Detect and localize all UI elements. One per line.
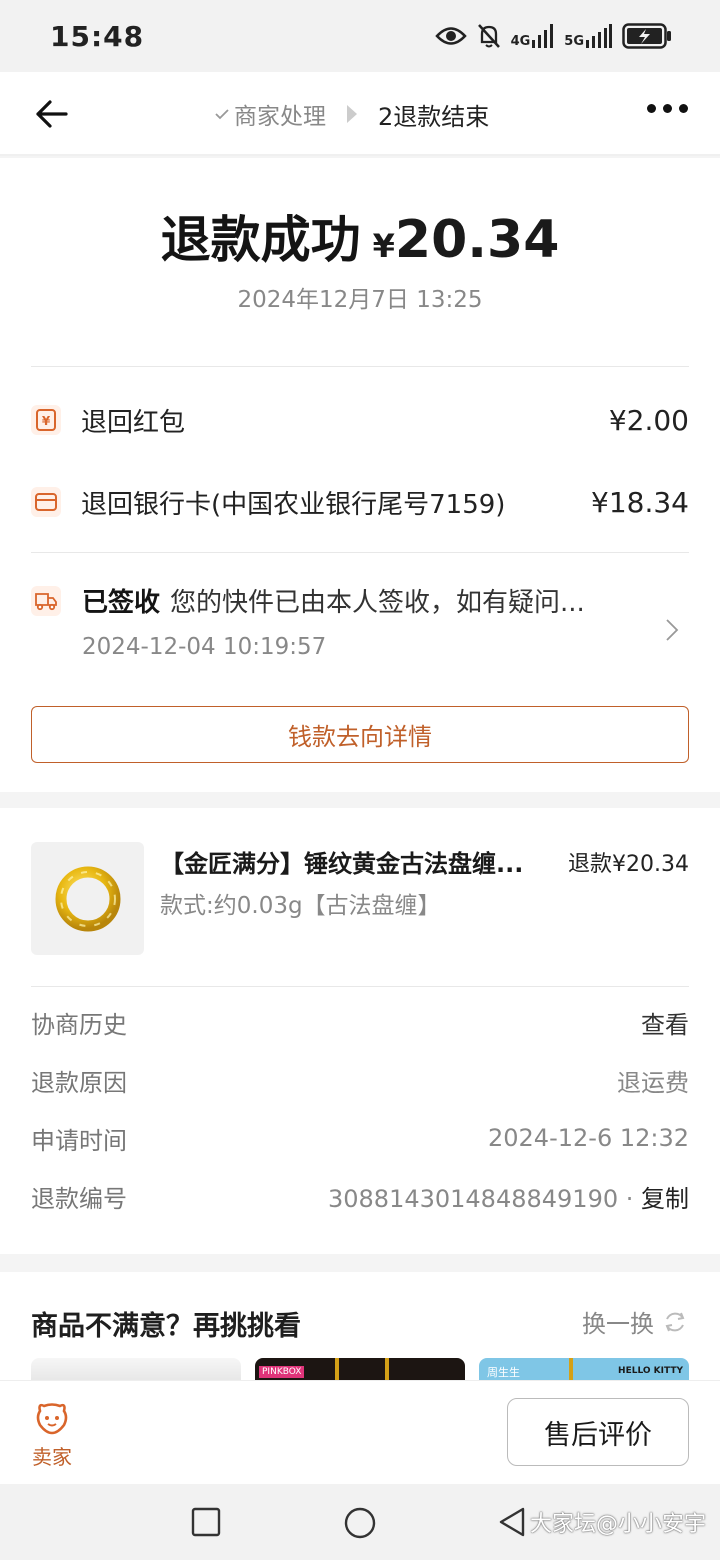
bank-card-icon	[31, 487, 61, 517]
refund-detail-card: 【金匠满分】锤纹黄金古法盘缠... 款式:约0.03g【古法盘缠】 退款¥20.…	[0, 808, 720, 1254]
step-arrow-icon	[347, 105, 357, 123]
info-value: 2024-12-6 12:32	[488, 1124, 689, 1152]
copy-button[interactable]: 复制	[641, 1185, 689, 1213]
refund-status: 退款成功	[160, 211, 361, 269]
logistics-status: 已签收	[82, 588, 161, 618]
divider	[31, 366, 689, 367]
more-button[interactable]	[647, 104, 688, 113]
refund-bank-card-row: 退回银行卡(中国农业银行尾号7159) ¥18.34	[31, 472, 689, 532]
recommend-item-tag: HELLO KITTY	[618, 1366, 683, 1376]
recommend-item-tag: PINKBOX	[259, 1366, 305, 1378]
nav-bar: 商家处理 2退款结束	[0, 72, 720, 156]
svg-text:¥: ¥	[42, 414, 51, 428]
status-icons: 4G 5G	[434, 23, 672, 49]
back-button[interactable]	[30, 94, 78, 134]
refresh-button[interactable]: 换一换	[582, 1304, 688, 1339]
logistics-row[interactable]: 已签收 您的快件已由本人签收，如有疑问... 2024-12-04 10:19:5…	[31, 578, 689, 678]
check-icon	[215, 109, 229, 120]
refund-amount: 20.34	[394, 210, 560, 270]
refund-number-value: 3088143014848849190	[327, 1184, 619, 1213]
refund-number: 3088143014848849190 · 复制	[327, 1184, 689, 1213]
info-row-history[interactable]: 协商历史 查看	[31, 1002, 689, 1042]
signal-4g: 4G	[511, 24, 555, 48]
product-refund-amount: 退款¥20.34	[568, 852, 689, 877]
refund-item-value: ¥18.34	[591, 485, 689, 519]
step-refund-done-label: 2退款结束	[378, 102, 490, 131]
refund-headline: 退款成功 ¥20.34	[0, 200, 720, 272]
truck-icon	[31, 586, 61, 616]
more-dot	[647, 104, 656, 113]
info-label: 申请时间	[31, 1126, 127, 1155]
red-packet-icon: ¥	[31, 405, 61, 435]
status-time: 15:48	[50, 19, 145, 53]
product-title[interactable]: 【金匠满分】锤纹黄金古法盘缠...	[160, 844, 523, 879]
chevron-right-icon	[666, 619, 679, 641]
eye-icon	[434, 27, 467, 45]
net-5g-label: 5G	[564, 34, 584, 49]
info-label: 退款编号	[31, 1184, 127, 1213]
step-merchant: 商家处理	[214, 97, 326, 131]
mute-bell-icon	[477, 24, 500, 48]
logistics-time: 2024-12-04 10:19:57	[82, 634, 327, 660]
refund-item-value: ¥2.00	[608, 403, 689, 437]
progress-steps: 商家处理 2退款结束	[214, 72, 489, 156]
divider	[31, 986, 689, 987]
more-dot	[679, 104, 688, 113]
recommend-title: 商品不满意？再挑挑看	[31, 1311, 301, 1342]
refund-date: 2024年12月7日 13:25	[237, 287, 483, 313]
seller-face-icon	[36, 1403, 68, 1435]
recommend-item-tag: 周生生	[487, 1366, 520, 1379]
refund-summary-card: 退款成功 ¥20.34 2024年12月7日 13:25 ¥ 退回红包 ¥2.00…	[0, 158, 720, 792]
view-history-link[interactable]: 查看	[641, 1005, 689, 1040]
signal-5g: 5G	[564, 24, 612, 48]
signal-bars-icon	[532, 24, 554, 48]
after-sale-review-button[interactable]: 售后评价	[507, 1398, 689, 1466]
info-row-reason: 退款原因 退运费	[31, 1060, 689, 1100]
battery-charging-icon	[622, 23, 671, 49]
more-dot	[663, 104, 672, 113]
money-flow-button[interactable]: 钱款去向详情	[31, 706, 689, 763]
product-spec: 款式:约0.03g【古法盘缠】	[160, 893, 441, 919]
logistics-title: 已签收 您的快件已由本人签收，如有疑问...	[82, 582, 585, 619]
seller-button[interactable]: 卖家	[30, 1401, 74, 1470]
net-4g-label: 4G	[510, 34, 531, 49]
signal-bars-icon	[586, 24, 612, 48]
refund-item-label: 退回银行卡(中国农业银行尾号7159)	[81, 489, 506, 520]
watermark: 大家坛@小小安宇	[529, 1512, 706, 1537]
info-row-refund-no: 退款编号 3088143014848849190 · 复制	[31, 1176, 689, 1216]
system-nav-bar: 大家坛@小小安宇	[0, 1484, 720, 1560]
step-merchant-label: 商家处理	[234, 104, 326, 130]
back-triangle-icon[interactable]	[497, 1506, 527, 1538]
arrow-left-icon	[36, 100, 68, 128]
refund-item-label: 退回红包	[81, 407, 186, 438]
info-row-apply-time: 申请时间 2024-12-6 12:32	[31, 1118, 689, 1158]
status-bar: 15:48 4G 5G	[0, 0, 720, 72]
product-image[interactable]	[31, 842, 144, 955]
divider	[31, 552, 689, 553]
refund-red-packet-row: ¥ 退回红包 ¥2.00	[31, 390, 689, 450]
currency-symbol: ¥	[372, 227, 395, 265]
seller-label: 卖家	[32, 1445, 72, 1469]
refresh-label: 换一换	[582, 1310, 654, 1338]
info-label: 退款原因	[31, 1068, 127, 1097]
bottom-action-bar: 卖家 售后评价	[0, 1380, 720, 1484]
recommend-card: 商品不满意？再挑挑看 换一换 PINKBOX 周生生 HELLO KITTY	[0, 1272, 720, 1388]
info-value: 退运费	[617, 1068, 689, 1097]
info-label: 协商历史	[31, 1010, 127, 1039]
home-icon[interactable]	[343, 1506, 377, 1540]
gold-ring-image	[55, 866, 120, 931]
recent-apps-icon[interactable]	[190, 1506, 222, 1538]
refresh-icon	[665, 1312, 685, 1331]
logistics-message: 您的快件已由本人签收，如有疑问...	[170, 588, 585, 618]
